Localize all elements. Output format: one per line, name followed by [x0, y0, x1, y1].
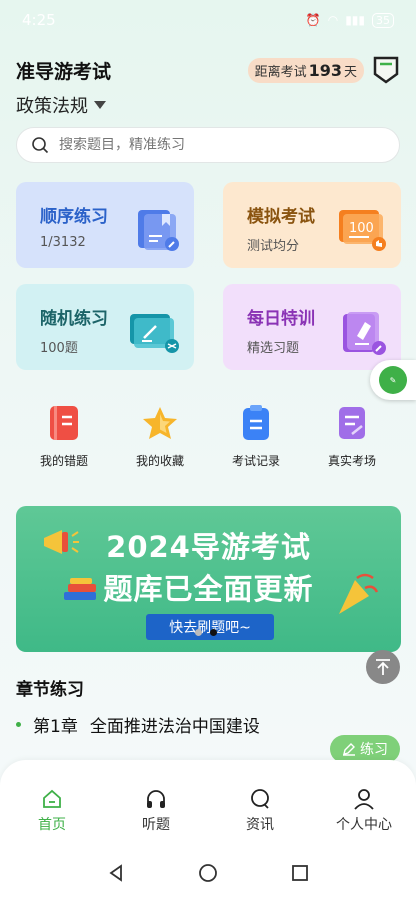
- status-icons: ⏰ ◠ ▮▮▮ 35: [305, 12, 394, 28]
- quick-actions: 我的错题 我的收藏 考试记录 真实考场: [16, 404, 400, 469]
- chat-icon: [251, 789, 269, 809]
- random-practice-card[interactable]: 随机练习 100题: [16, 284, 194, 370]
- alarm-icon: ⏰: [305, 13, 321, 27]
- back-triangle-icon[interactable]: [106, 863, 126, 883]
- notebook-icon: [50, 406, 78, 440]
- carousel-dot[interactable]: [195, 629, 202, 636]
- arrow-up-icon: [376, 659, 390, 675]
- my-mistakes-button[interactable]: 我的错题: [24, 404, 104, 469]
- headphones-icon: [147, 790, 165, 808]
- banner-cta-button[interactable]: 快去刷题吧~: [146, 614, 274, 640]
- chapter-number: 第1章: [33, 717, 78, 737]
- section-title: 章节练习: [16, 680, 84, 700]
- floating-promo-badge[interactable]: ✎: [370, 360, 416, 400]
- status-time: 4:25: [22, 11, 56, 29]
- score-100-icon: 100: [339, 210, 386, 251]
- quick-label: 我的收藏: [135, 454, 184, 468]
- status-bar: 4:25 ⏰ ◠ ▮▮▮ 35: [0, 0, 416, 40]
- exam-countdown[interactable]: 距离考试 193 天: [247, 57, 364, 83]
- score-label: 100: [349, 221, 374, 236]
- shuffle-board-icon: [130, 314, 179, 353]
- quick-label: 考试记录: [231, 454, 280, 468]
- signal-icon: ▮▮▮: [345, 13, 365, 27]
- real-exam-button[interactable]: 真实考场: [312, 404, 392, 469]
- wifi-icon: ◠: [327, 13, 339, 27]
- caret-down-icon: [94, 101, 106, 109]
- daily-training-card[interactable]: 每日特训 精选习题: [223, 284, 401, 370]
- page-title: 准导游考试: [16, 60, 112, 83]
- star-icon: [143, 407, 177, 439]
- exam-records-button[interactable]: 考试记录: [216, 404, 296, 469]
- search-input[interactable]: [59, 137, 385, 153]
- subject-label: 政策法规: [16, 96, 88, 117]
- tab-profile[interactable]: 个人中心: [324, 788, 404, 845]
- countdown-days: 193: [308, 60, 342, 80]
- bullet-dot: [16, 722, 21, 727]
- mock-exam-card[interactable]: 模拟考试 测试均分 100: [223, 182, 401, 268]
- sequential-practice-card[interactable]: 顺序练习 1/3132: [16, 182, 194, 268]
- search-bar[interactable]: [16, 127, 400, 163]
- book-icon: [138, 210, 179, 251]
- exam-paper-icon: [339, 407, 365, 439]
- banner-headline: 2024导游考试: [106, 530, 311, 564]
- chapter-name: 全面推进法治中国建设: [89, 717, 260, 737]
- tab-label: 听题: [142, 817, 170, 833]
- battery-icon: 35: [372, 12, 394, 28]
- tab-label: 资讯: [246, 817, 274, 833]
- pen-doc-icon: [343, 312, 386, 355]
- search-icon: [32, 137, 49, 154]
- back-to-top-button[interactable]: [366, 650, 400, 684]
- quick-label: 真实考场: [327, 454, 376, 468]
- edit-icon: [343, 743, 355, 756]
- home-circle-icon[interactable]: [198, 863, 218, 883]
- tab-news[interactable]: 资讯: [220, 788, 300, 845]
- home-icon: [43, 789, 61, 808]
- promo-logo-icon: ✎: [379, 366, 407, 394]
- user-icon: [354, 789, 374, 810]
- tab-home[interactable]: 首页: [12, 788, 92, 845]
- my-favorites-button[interactable]: 我的收藏: [120, 404, 200, 469]
- countdown-unit: 天: [343, 64, 357, 80]
- tab-listen[interactable]: 听题: [116, 788, 196, 845]
- countdown-prefix: 距离考试: [254, 64, 307, 80]
- bottom-tab-bar: 首页 听题 资讯 个人中心: [0, 760, 416, 845]
- shield-badge-icon[interactable]: [372, 55, 400, 85]
- chapter-practice-button[interactable]: 练习: [330, 735, 400, 763]
- tab-label: 个人中心: [336, 817, 392, 833]
- recents-square-icon[interactable]: [290, 863, 310, 883]
- subject-selector[interactable]: 政策法规: [16, 92, 106, 118]
- carousel-dot-active[interactable]: [210, 629, 217, 636]
- header: 准导游考试 距离考试 193 天: [16, 52, 400, 88]
- quick-label: 我的错题: [39, 454, 88, 468]
- chapter-item[interactable]: 第1章 全面推进法治中国建设: [16, 712, 260, 737]
- carousel-indicator: [195, 629, 217, 636]
- practice-label: 练习: [360, 742, 388, 758]
- banner-subheadline: 题库已全面更新: [103, 572, 314, 606]
- tab-label: 首页: [38, 817, 66, 833]
- clipboard-icon: [243, 405, 269, 440]
- system-nav-bar: [0, 845, 416, 900]
